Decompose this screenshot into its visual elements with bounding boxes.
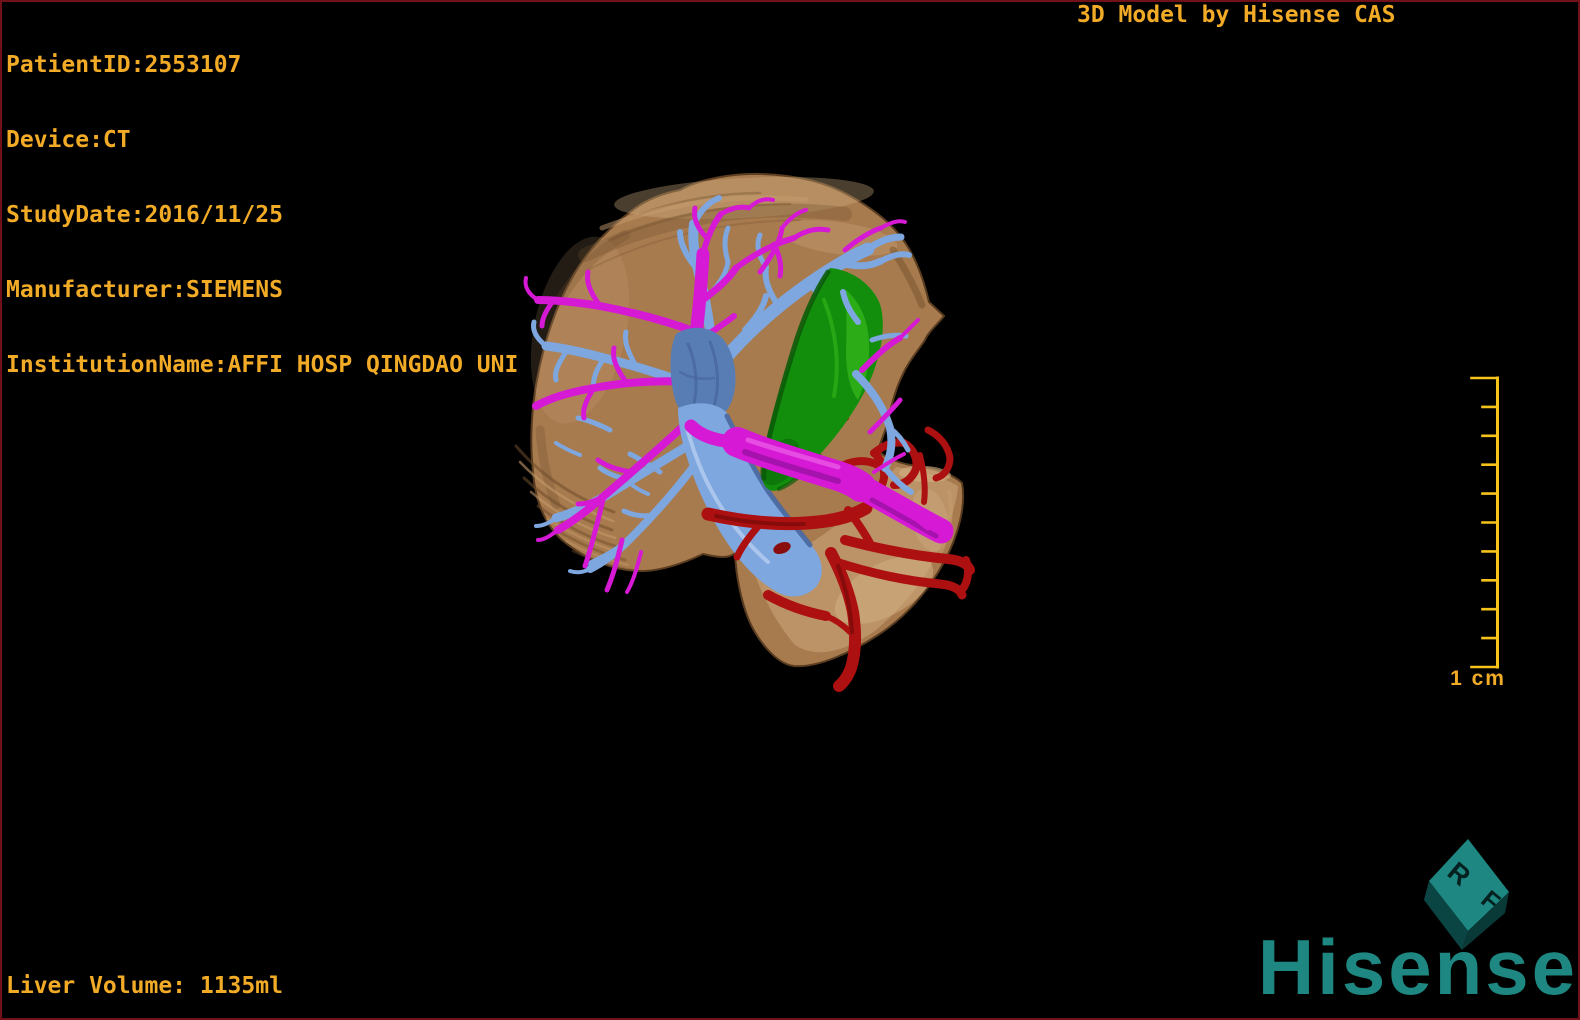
manufacturer-line: Manufacturer:SIEMENS (6, 277, 283, 303)
liver-3d-model (514, 172, 975, 692)
viewer-window: R F PatientID:2553107 Device:CT StudyDat… (0, 0, 1580, 1020)
study-date-line: StudyDate:2016/11/25 (6, 202, 283, 228)
hisense-wordmark: Hisense (1257, 923, 1578, 1011)
scale-bar (1470, 376, 1499, 669)
watermark-title: 3D Model by Hisense CAS (1077, 2, 1396, 28)
institution-line: InstitutionName:AFFI HOSP QINGDAO UNI (6, 352, 519, 378)
patient-info-overlay: PatientID:2553107 Device:CT StudyDate:20… (6, 3, 518, 428)
patient-id-line: PatientID:2553107 (6, 52, 242, 78)
scale-bar-label: 1 cm (1450, 667, 1506, 690)
device-line: Device:CT (6, 127, 131, 153)
liver-volume-readout: Liver Volume: 1135ml (6, 973, 283, 999)
